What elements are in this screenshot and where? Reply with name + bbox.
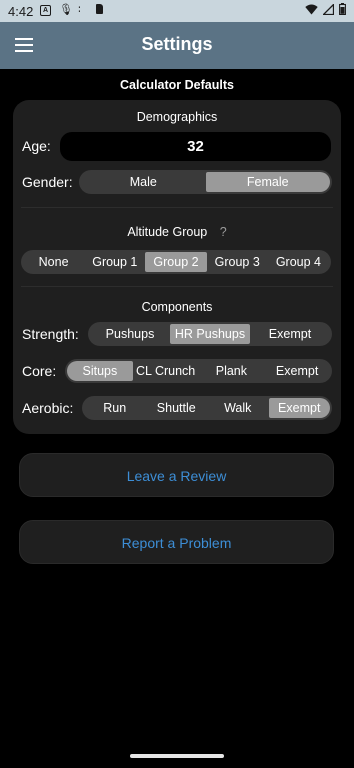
age-label: Age:: [22, 138, 51, 154]
battery-icon: [339, 3, 346, 18]
altitude-group-title: Altitude Group ?: [13, 225, 341, 239]
gender-segmented-control: Male Female: [79, 170, 332, 194]
gender-option-male[interactable]: Male: [81, 172, 206, 192]
altitude-option-group-1[interactable]: Group 1: [84, 252, 145, 272]
section-title-calculator-defaults: Calculator Defaults: [120, 78, 234, 92]
leave-review-button[interactable]: Leave a Review: [19, 453, 334, 497]
core-option-situps[interactable]: Situps: [67, 361, 133, 381]
status-time: 4:42: [8, 4, 34, 19]
strength-label: Strength:: [22, 326, 79, 342]
wifi-icon: [305, 4, 318, 18]
mic-icon: 🎙︎: [59, 4, 73, 16]
aerobic-option-exempt[interactable]: Exempt: [268, 398, 330, 418]
aerobic-label: Aerobic:: [22, 400, 74, 416]
core-segmented-control: Situps CL Crunch Plank Exempt: [65, 359, 332, 383]
page-title: Settings: [141, 34, 213, 54]
settings-card: Demographics Age: 32 Gender: Male Female…: [13, 100, 341, 434]
aerobic-option-run[interactable]: Run: [84, 398, 146, 418]
core-option-exempt[interactable]: Exempt: [264, 361, 330, 381]
status-bar: 4:42 A 🎙︎ ∶: [0, 0, 354, 22]
strength-option-hr-pushups[interactable]: HR Pushups: [170, 324, 250, 344]
aerobic-option-shuttle[interactable]: Shuttle: [146, 398, 208, 418]
divider: [21, 207, 333, 208]
altitude-option-none[interactable]: None: [23, 252, 84, 272]
demographics-title: Demographics: [136, 110, 218, 124]
home-indicator[interactable]: [130, 754, 224, 758]
altitude-option-group-4[interactable]: Group 4: [268, 252, 329, 272]
aerobic-option-walk[interactable]: Walk: [207, 398, 269, 418]
signal-icon: [321, 2, 335, 18]
altitude-group-label: Altitude Group: [127, 225, 208, 239]
app-bar: Settings: [0, 22, 354, 69]
assistant-icon: ∶: [78, 4, 81, 16]
core-option-cl-crunch[interactable]: CL Crunch: [133, 361, 199, 381]
altitude-option-group-2[interactable]: Group 2: [145, 252, 207, 272]
sim-card-icon: [96, 4, 103, 18]
altitude-option-group-3[interactable]: Group 3: [207, 252, 268, 272]
gender-label: Gender:: [22, 174, 73, 190]
strength-segmented-control: Pushups HR Pushups Exempt: [88, 322, 332, 346]
strength-option-pushups[interactable]: Pushups: [90, 324, 170, 344]
strength-option-exempt[interactable]: Exempt: [250, 324, 330, 344]
altitude-group-segmented-control: None Group 1 Group 2 Group 3 Group 4: [21, 250, 331, 274]
age-input[interactable]: 32: [60, 132, 331, 161]
help-icon[interactable]: ?: [220, 225, 227, 239]
core-option-plank[interactable]: Plank: [199, 361, 265, 381]
report-problem-button[interactable]: Report a Problem: [19, 520, 334, 564]
components-title: Components: [141, 300, 213, 314]
aerobic-segmented-control: Run Shuttle Walk Exempt: [82, 396, 332, 420]
gender-option-female[interactable]: Female: [205, 172, 330, 192]
core-label: Core:: [22, 363, 57, 379]
divider: [21, 286, 333, 287]
notification-a-icon: A: [40, 4, 51, 16]
